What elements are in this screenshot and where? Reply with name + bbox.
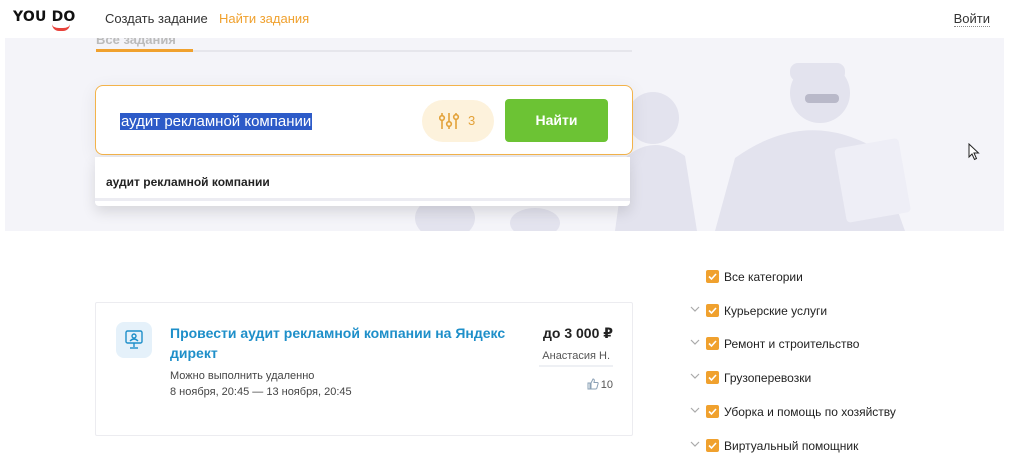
category-courier[interactable]: Курьерские услуги (690, 302, 990, 320)
chevron-down-icon[interactable] (690, 405, 700, 415)
youdo-logo[interactable]: YOU DO (13, 9, 76, 25)
task-dates: 8 ноября, 20:45 — 13 ноября, 20:45 (170, 386, 352, 398)
category-virtual-assistant[interactable]: Виртуальный помощник (690, 437, 990, 455)
task-category-icon (116, 322, 152, 358)
search-input[interactable]: аудит рекламной компании (120, 113, 313, 130)
thumbs-up-icon (587, 378, 599, 390)
check-icon (708, 273, 717, 281)
category-cleaning[interactable]: Уборка и помощь по хозяйству (690, 403, 990, 421)
task-likes: 10 (587, 378, 613, 391)
monitor-icon (125, 330, 143, 349)
sliders-icon (439, 113, 460, 129)
selected-query: аудит рекламной компании (120, 113, 313, 130)
check-icon (708, 408, 717, 416)
category-label: Грузоперевозки (724, 371, 812, 385)
category-label: Уборка и помощь по хозяйству (724, 405, 896, 419)
search-box: аудит рекламной компании 3 Найти (95, 85, 633, 155)
task-price: до 3 000 ₽ (543, 325, 613, 341)
checkbox-checked[interactable] (706, 439, 719, 452)
checkbox-checked[interactable] (706, 304, 719, 317)
find-button[interactable]: Найти (505, 99, 608, 142)
tab-all-tasks[interactable]: Все задания (96, 38, 176, 47)
logo-text: YOU DO (13, 9, 76, 25)
nav-create-task[interactable]: Создать задание (105, 11, 208, 26)
task-author[interactable]: Анастасия Н. (539, 350, 613, 367)
chevron-down-icon[interactable] (690, 304, 700, 314)
category-label: Виртуальный помощник (724, 439, 859, 453)
category-label: Курьерские услуги (724, 304, 828, 318)
nav-find-tasks[interactable]: Найти задания (219, 11, 309, 26)
suggestion-item[interactable]: аудит рекламной компании (106, 175, 270, 189)
top-header: YOU DO Создать задание Найти задания Вой… (0, 0, 1018, 38)
chevron-down-icon[interactable] (690, 439, 700, 449)
task-title-link[interactable]: Провести аудит рекламной компании на Янд… (170, 323, 515, 363)
category-label: Все категории (724, 270, 803, 284)
chevron-down-icon[interactable] (690, 337, 700, 347)
category-repair[interactable]: Ремонт и строительство (690, 335, 990, 353)
checkbox-checked[interactable] (706, 337, 719, 350)
search-suggestions: аудит рекламной компании (95, 157, 630, 206)
logo-smile-mark (52, 24, 70, 31)
task-card[interactable]: Провести аудит рекламной компании на Янд… (95, 302, 633, 436)
category-label: Ремонт и строительство (724, 337, 860, 351)
category-cargo[interactable]: Грузоперевозки (690, 369, 990, 387)
checkbox-checked[interactable] (706, 371, 719, 384)
check-icon (708, 374, 717, 382)
filter-count: 3 (468, 113, 476, 128)
check-icon (708, 340, 717, 348)
suggestion-divider (95, 198, 630, 201)
likes-count: 10 (600, 379, 613, 391)
login-link[interactable]: Войти (953, 11, 990, 27)
mouse-pointer-icon (968, 143, 980, 161)
chevron-down-icon[interactable] (690, 371, 700, 381)
check-icon (708, 307, 717, 315)
category-all[interactable]: Все категории (690, 268, 990, 286)
check-icon (708, 442, 717, 450)
checkbox-checked[interactable] (706, 270, 719, 283)
checkbox-checked[interactable] (706, 405, 719, 418)
tab-active-indicator (96, 49, 193, 52)
filter-button[interactable]: 3 (422, 100, 494, 142)
task-remote-note: Можно выполнить удаленно (170, 370, 315, 382)
